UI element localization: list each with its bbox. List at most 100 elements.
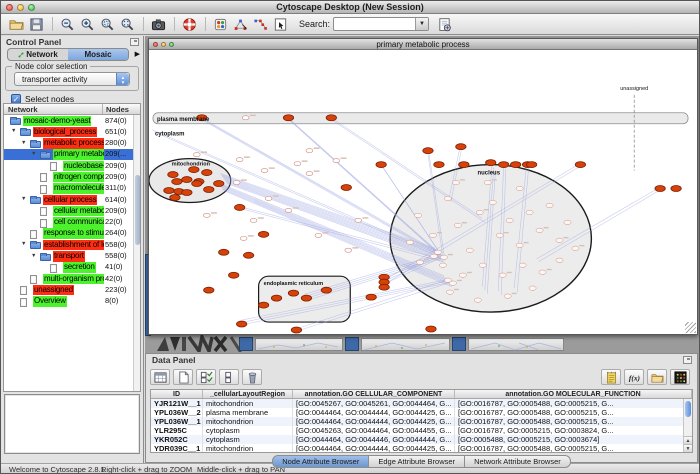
maximize-icon[interactable]	[169, 42, 174, 47]
network-node[interactable]	[283, 115, 293, 121]
network-node[interactable]	[164, 188, 174, 194]
tree-col-network[interactable]: Network	[8, 105, 38, 114]
table-row[interactable]: YKR052Ccytoplasm[GO:0044464, GO:0044446,…	[151, 435, 692, 444]
tree-row[interactable]: nitrogen compo209(0)	[4, 171, 133, 182]
network-node[interactable]	[182, 177, 192, 183]
network-node[interactable]	[564, 220, 571, 224]
network-node[interactable]	[236, 158, 243, 162]
tree-row[interactable]: ▼establishment of lo558(0)	[4, 239, 133, 250]
network-node[interactable]	[265, 196, 272, 200]
network-node[interactable]	[452, 180, 459, 184]
close-button[interactable]	[6, 4, 13, 11]
network-node[interactable]	[449, 281, 456, 285]
table-row[interactable]: YPL036W__2plasma membrane[GO:0044464, GO…	[151, 408, 692, 417]
network-node[interactable]	[414, 213, 421, 217]
table-cell[interactable]: [GO:0045267, GO:0045261, GO:0044464, G..…	[293, 399, 455, 408]
network-node[interactable]	[345, 248, 352, 252]
network-node[interactable]	[429, 233, 436, 237]
network-node[interactable]	[459, 162, 469, 168]
network-node[interactable]	[519, 263, 526, 267]
zoom-fit-icon[interactable]	[118, 15, 136, 33]
zoom-button[interactable]	[28, 4, 35, 11]
tree-row[interactable]: cell communicat22(0)	[4, 217, 133, 228]
expand-arrow-icon[interactable]: ▼	[11, 128, 16, 134]
network-node[interactable]	[379, 284, 389, 290]
expand-arrow-icon[interactable]: ▼	[31, 253, 36, 259]
minimize-button[interactable]	[17, 4, 24, 11]
plasma-membrane-region[interactable]	[153, 113, 688, 124]
float-panel-icon[interactable]	[130, 38, 139, 46]
network-node[interactable]	[294, 162, 301, 166]
network-node[interactable]	[261, 168, 268, 172]
table-cell[interactable]: [GO:0016787, GO:0005488, GO:0005215, G..…	[455, 417, 692, 426]
tree-row[interactable]: nucleobase-209(0)	[4, 160, 133, 171]
network-node[interactable]	[486, 160, 496, 166]
network-window-titlebar[interactable]: primary metabolic process	[149, 39, 697, 50]
network-node[interactable]	[499, 273, 506, 277]
network-node[interactable]	[341, 185, 351, 191]
attribute-editor-icon[interactable]	[601, 369, 621, 385]
network-node[interactable]	[416, 260, 423, 264]
minimize-icon[interactable]	[161, 42, 166, 47]
table-cell[interactable]: cytoplasm	[203, 435, 293, 444]
import-network-icon[interactable]	[435, 15, 453, 33]
tree-row[interactable]: Overview8(0)	[4, 296, 133, 307]
table-row[interactable]: YPL036W__1mitochondrion[GO:0044464, GO:0…	[151, 417, 692, 426]
background-window-chip[interactable]	[345, 337, 359, 351]
table-cell[interactable]: YPL036W__2	[151, 408, 203, 417]
network-node[interactable]	[321, 287, 331, 293]
network-node[interactable]	[444, 196, 451, 200]
table-cell[interactable]: YKR052C	[151, 435, 203, 444]
network-node[interactable]	[219, 249, 229, 255]
network-node[interactable]	[202, 170, 212, 176]
network-node[interactable]	[454, 223, 461, 227]
tree-row[interactable]: secretion41(0)	[4, 262, 133, 273]
tree-col-divider[interactable]	[102, 104, 103, 114]
float-data-panel-icon[interactable]	[683, 356, 692, 364]
tab-network-attribute-browser[interactable]: Network Attribute Browser	[465, 455, 571, 468]
network-node[interactable]	[556, 258, 563, 262]
table-cell[interactable]: [GO:0044464, GO:0044446, GO:0044444, G..…	[293, 435, 455, 444]
network-node[interactable]	[479, 263, 486, 267]
network-node[interactable]	[168, 172, 178, 178]
network-node[interactable]	[233, 180, 240, 184]
network-node[interactable]	[172, 179, 182, 185]
vizmapper-icon[interactable]	[211, 15, 229, 33]
network-node[interactable]	[426, 326, 436, 332]
tree-row[interactable]: response to stimul264(0)	[4, 228, 133, 239]
network-node[interactable]	[406, 240, 413, 244]
tree-row[interactable]: unassigned223(0)	[4, 284, 133, 295]
tab-mosaic[interactable]: Mosaic	[68, 49, 128, 60]
table-cell[interactable]: YDR039C__1	[151, 444, 203, 453]
network-node[interactable]	[271, 295, 281, 301]
network-node[interactable]	[423, 148, 433, 154]
tab-network[interactable]: Network	[8, 49, 68, 60]
network-node[interactable]	[526, 162, 536, 168]
close-icon[interactable]	[153, 42, 158, 47]
zoom-out-icon[interactable]	[58, 15, 76, 33]
table-cell[interactable]: [GO:0044464, GO:0044444, GO:0044425, G..…	[293, 444, 455, 453]
tree-row[interactable]: cellular metabo209(0)	[4, 205, 133, 216]
network-node[interactable]	[439, 263, 446, 267]
tab-overflow-arrow[interactable]: ▶	[135, 50, 140, 58]
node-color-dropdown[interactable]: transporter activity ▲▼	[14, 72, 130, 86]
network-node[interactable]	[234, 204, 244, 210]
scroll-up-icon[interactable]: ▲	[684, 436, 692, 444]
import-attributes-icon[interactable]	[647, 369, 667, 385]
column-header[interactable]: _cellularLayoutRegion	[203, 390, 293, 398]
network-node[interactable]	[306, 171, 313, 175]
network-node[interactable]	[366, 294, 376, 300]
column-header[interactable]: ID	[151, 390, 203, 398]
background-window-chip[interactable]	[452, 337, 466, 351]
network-node[interactable]	[440, 255, 447, 259]
network-node[interactable]	[170, 194, 180, 200]
network-node[interactable]	[236, 321, 246, 327]
network-node[interactable]	[315, 233, 322, 237]
network-node[interactable]	[291, 327, 301, 333]
network-node[interactable]	[229, 272, 239, 278]
network-node[interactable]	[546, 203, 553, 207]
network-node[interactable]	[655, 186, 665, 192]
table-row[interactable]: YLR295Ccytoplasm[GO:0045263, GO:0044464,…	[151, 426, 692, 435]
tree-scrollbar[interactable]	[133, 115, 140, 391]
network-node[interactable]	[456, 144, 466, 150]
